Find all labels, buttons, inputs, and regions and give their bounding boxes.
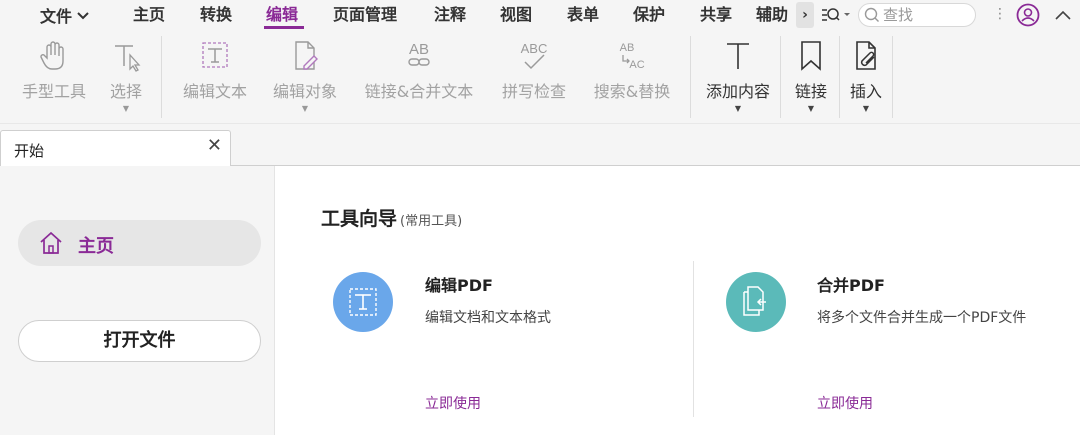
menu-edit[interactable]: 编辑 <box>266 3 298 27</box>
merge-pdf-desc: 将多个文件合并生成一个PDF文件 <box>817 310 1027 326</box>
link-button[interactable]: 链接 ▼ <box>788 38 834 113</box>
replace-icon-text-bottom: AC <box>629 59 644 71</box>
tab-start[interactable]: 开始 ✕ <box>0 130 231 166</box>
active-menu-underline <box>264 26 304 29</box>
edit-text-label: 编辑文本 <box>182 82 247 101</box>
link-merge-text-label: 链接&合并文本 <box>364 82 474 101</box>
menu-page-management[interactable]: 页面管理 <box>333 3 397 27</box>
merge-pdf-icon[interactable] <box>726 272 786 332</box>
chevron-down-icon: ▼ <box>734 104 742 113</box>
edit-text-button[interactable]: 编辑文本 <box>178 38 252 102</box>
menu-view[interactable]: 视图 <box>500 3 532 27</box>
menu-assist[interactable]: 辅助 <box>756 3 788 27</box>
menu-more-button[interactable]: › <box>796 2 814 28</box>
find-options-icon <box>822 8 850 21</box>
ribbon-separator <box>690 36 691 118</box>
search-icon <box>864 7 880 27</box>
main-content: 工具向导 (常用工具) 编辑PDF 编辑文档和文本格式 立即使用 合并PDF 将多… <box>276 166 1080 435</box>
open-file-button[interactable]: 打开文件 <box>18 320 261 362</box>
document-tab-bar: 开始 ✕ <box>0 124 1080 166</box>
add-content-icon <box>700 38 776 74</box>
menu-annotate[interactable]: 注释 <box>434 3 466 27</box>
search-replace-button[interactable]: AB AC 搜索&替换 <box>588 38 676 102</box>
add-content-button[interactable]: 添加内容 ▼ <box>700 38 776 113</box>
ribbon-separator <box>892 36 893 118</box>
chevron-down-icon: ▼ <box>862 104 870 113</box>
section-title-main: 工具向导 <box>321 208 398 230</box>
menu-share[interactable]: 共享 <box>700 3 732 27</box>
select-tool-button[interactable]: 选择 ▼ <box>104 38 148 113</box>
home-icon <box>38 231 64 259</box>
spellcheck-icon-text: ABC <box>521 41 548 56</box>
edit-pdf-icon[interactable] <box>333 272 393 332</box>
sidebar-item-home[interactable]: 主页 <box>18 220 261 266</box>
account-icon[interactable] <box>1016 3 1040 31</box>
search-replace-icon: AB AC <box>588 38 676 74</box>
tab-start-label: 开始 <box>14 142 45 160</box>
merge-pdf-use-now-link[interactable]: 立即使用 <box>817 393 873 413</box>
menu-file[interactable]: 文件 <box>40 3 89 27</box>
hand-tool-button[interactable]: 手型工具 <box>18 38 90 102</box>
left-panel: 主页 打开文件 <box>0 166 275 435</box>
chevron-down-icon <box>77 3 89 27</box>
menu-bar: 文件 主页 转换 编辑 页面管理 注释 视图 表单 保护 共享 辅助 › ⋮ <box>0 0 1080 30</box>
bookmark-link-icon <box>788 38 834 74</box>
select-tool-label: 选择 <box>109 82 142 101</box>
insert-label: 插入 <box>849 82 882 101</box>
edit-object-label: 编辑对象 <box>272 82 337 101</box>
hand-tool-label: 手型工具 <box>21 82 86 101</box>
edit-object-icon <box>268 38 342 74</box>
section-title-sub: (常用工具) <box>400 214 463 229</box>
spellcheck-label: 拼写检查 <box>501 82 566 101</box>
edit-text-icon <box>178 38 252 74</box>
search-box[interactable] <box>858 3 976 27</box>
replace-icon-text-top: AB <box>620 42 635 54</box>
chevron-down-icon: ▼ <box>807 104 815 113</box>
merge-pdf-title: 合并PDF <box>817 276 885 295</box>
menu-file-label: 文件 <box>40 7 73 26</box>
menu-home[interactable]: 主页 <box>133 3 165 27</box>
edit-object-button[interactable]: 编辑对象 ▼ <box>268 38 342 113</box>
section-title: 工具向导 (常用工具) <box>321 204 462 231</box>
ribbon-separator <box>839 36 840 118</box>
edit-pdf-use-now-link[interactable]: 立即使用 <box>425 393 481 413</box>
menu-convert[interactable]: 转换 <box>200 3 232 27</box>
sidebar-item-home-label: 主页 <box>78 236 114 257</box>
spellcheck-button[interactable]: ABC 拼写检查 <box>498 38 570 102</box>
chevron-down-icon: ▼ <box>122 104 130 113</box>
more-options-icon[interactable]: ⋮ <box>993 6 1007 22</box>
insert-attachment-icon <box>844 38 888 74</box>
spellcheck-icon: ABC <box>498 38 570 74</box>
link-merge-icon-text: AB <box>409 41 429 58</box>
search-replace-label: 搜索&替换 <box>593 82 671 101</box>
menu-protect[interactable]: 保护 <box>633 3 665 27</box>
ribbon-separator <box>780 36 781 118</box>
edit-pdf-title: 编辑PDF <box>425 276 493 295</box>
menu-form[interactable]: 表单 <box>567 3 599 27</box>
link-merge-text-button[interactable]: AB 链接&合并文本 <box>360 38 478 102</box>
collapse-ribbon-icon[interactable] <box>1054 6 1072 25</box>
select-cursor-icon <box>104 38 148 74</box>
hand-icon <box>18 38 90 74</box>
edit-pdf-desc: 编辑文档和文本格式 <box>425 310 551 326</box>
chevron-down-icon: ▼ <box>301 104 309 113</box>
ribbon-separator <box>161 36 162 118</box>
search-input[interactable] <box>883 6 971 24</box>
ribbon-toolbar: 手型工具 选择 ▼ 编辑文本 编辑对象 ▼ AB 链接&合并文本 ABC 拼写检… <box>0 30 1080 124</box>
link-label: 链接 <box>794 82 827 101</box>
close-icon[interactable]: ✕ <box>207 135 222 156</box>
find-options-button[interactable] <box>820 4 856 26</box>
card-divider <box>693 261 694 417</box>
add-content-label: 添加内容 <box>705 82 770 101</box>
link-merge-text-icon: AB <box>360 38 478 74</box>
insert-button[interactable]: 插入 ▼ <box>844 38 888 113</box>
